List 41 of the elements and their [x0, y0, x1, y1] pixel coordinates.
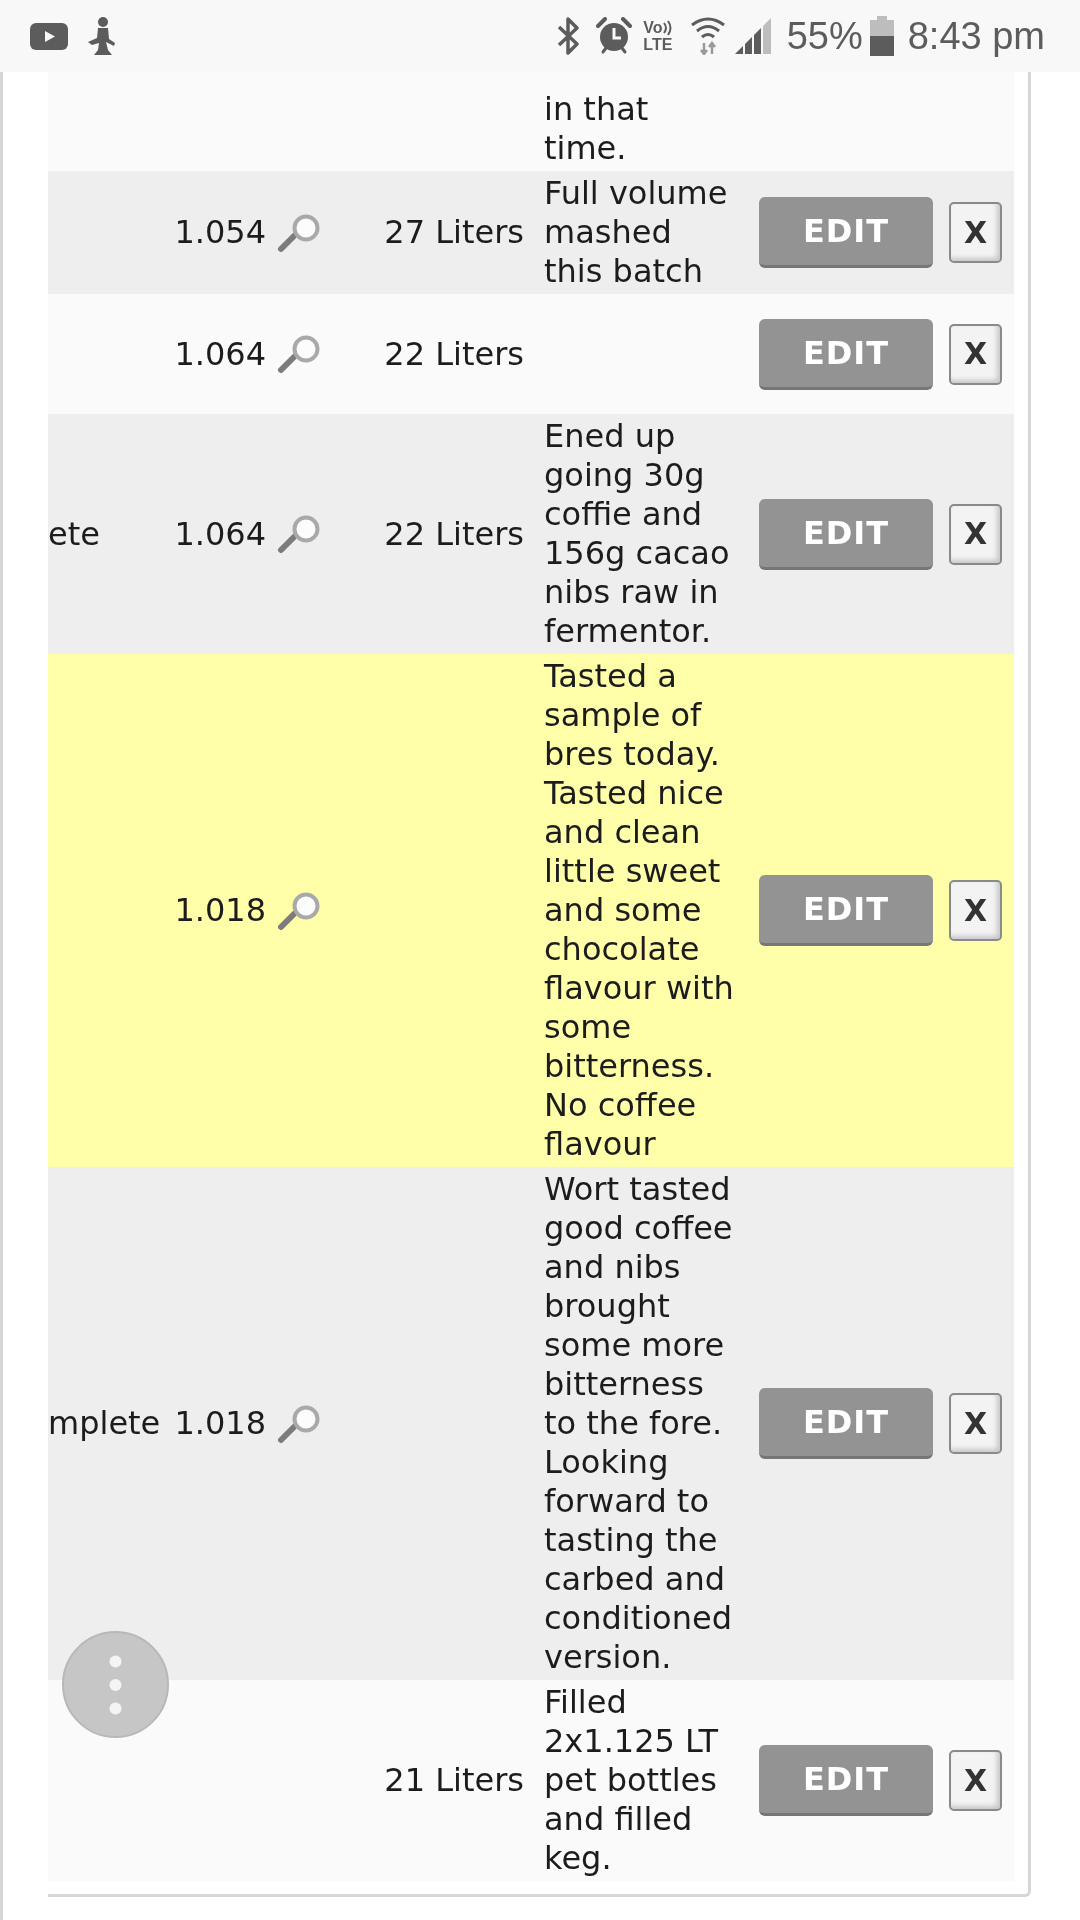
table-cell: 22 Liters — [384, 334, 524, 374]
table-cell: 1.054 — [174, 213, 266, 252]
note-text: in that time. — [544, 90, 649, 168]
magnifier-icon[interactable] — [276, 890, 322, 931]
vertical-dots-icon — [109, 1654, 122, 1715]
signal-waves-icon — [662, 19, 673, 36]
magnifier-icon[interactable] — [276, 212, 322, 253]
clock-time: 8:43 pm — [907, 14, 1045, 58]
table-cell: 1.018 — [174, 1404, 266, 1443]
magnifier-icon[interactable] — [276, 514, 322, 554]
battery-icon — [869, 16, 894, 56]
volte-label: Vo — [643, 19, 663, 36]
magnifier-icon[interactable] — [276, 334, 322, 374]
delete-button[interactable]: X — [949, 202, 1002, 263]
table-cell: 21 Liters — [384, 1761, 524, 1800]
battery-percent: 55% — [786, 14, 863, 58]
lte-label: LTE — [643, 36, 673, 53]
video-play-icon — [30, 22, 68, 50]
delete-button[interactable]: X — [949, 503, 1002, 565]
magnifier-icon[interactable] — [276, 1403, 322, 1444]
signal-bars-icon — [734, 18, 773, 54]
note-text: Full volume mashed this batch — [544, 174, 728, 291]
note-text: Filled 2x1.125 LT pet bottles and filled keg. — [544, 1683, 719, 1878]
person-icon — [88, 17, 116, 55]
table-cell: mplete — [48, 1404, 161, 1443]
note-text: Tasted a sample of bres today. Tasted nice and clean little sweet and some chocolate flavour with some bitterness. No coffee flavour — [544, 657, 734, 1164]
alarm-clock-icon — [596, 17, 633, 55]
table-cell: 1.064 — [174, 334, 266, 374]
table-cell: ete — [48, 514, 100, 554]
delete-button[interactable]: X — [949, 880, 1002, 941]
bluetooth-icon — [557, 17, 582, 55]
note-text: Wort tasted good coffee and nibs brought some more bitterness to the fore. Looking forward to tasting the carbed and conditioned version. — [544, 1170, 733, 1677]
delete-button[interactable]: X — [949, 1750, 1002, 1811]
note-text: Ened up going 30g coffie and 156g cacao nibs raw in fermentor. — [544, 417, 730, 651]
delete-button[interactable]: X — [949, 323, 1002, 385]
delete-button[interactable]: X — [949, 1393, 1002, 1454]
wifi-icon — [690, 17, 725, 55]
table-cell: 27 Liters — [384, 213, 524, 252]
table-cell: 1.064 — [174, 514, 266, 554]
table-cell: 22 Liters — [384, 514, 524, 554]
table-cell: 1.018 — [174, 891, 266, 930]
